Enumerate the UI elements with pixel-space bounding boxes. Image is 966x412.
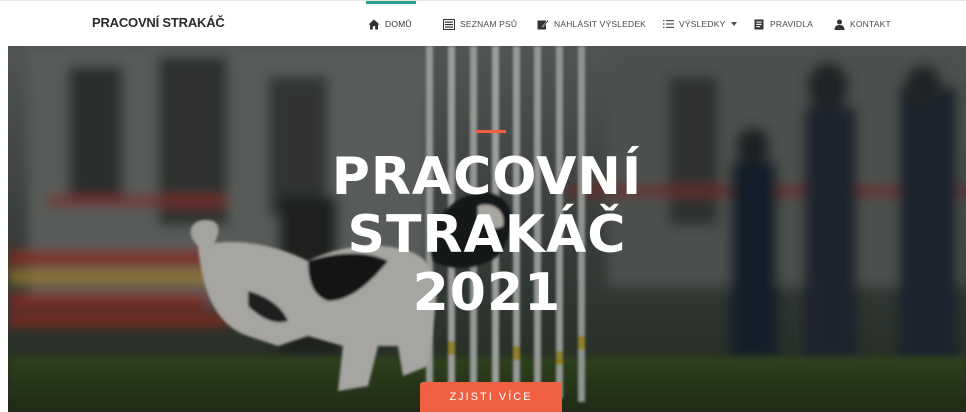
title-divider — [476, 130, 506, 133]
hero-title-line-1: PRACOVNÍ — [331, 147, 643, 207]
nav-item-contact[interactable]: KONTAKT — [834, 1, 891, 47]
home-icon — [368, 19, 380, 30]
learn-more-button[interactable]: ZJISTI VÍCE — [420, 382, 562, 412]
nav-label-home: DOMŮ — [385, 19, 412, 29]
nav-label-dog-list: SEZNAM PSŮ — [460, 19, 518, 29]
nav-label-contact: KONTAKT — [850, 19, 891, 29]
nav-label-results: VÝSLEDKY — [679, 19, 726, 29]
nav-item-report-result[interactable]: NAHLÁSIT VÝSLEDEK — [537, 1, 646, 47]
nav-item-rules[interactable]: PRAVIDLA — [754, 1, 813, 47]
nav-item-dog-list[interactable]: SEZNAM PSŮ — [443, 1, 517, 47]
nav-item-results-dropdown[interactable]: VÝSLEDKY — [663, 1, 738, 47]
nav-label-report-result: NAHLÁSIT VÝSLEDEK — [554, 19, 647, 29]
list-icon — [443, 18, 455, 30]
nav-item-home[interactable]: DOMŮ — [366, 1, 416, 47]
brand-logo-link[interactable]: PRACOVNÍ STRAKÁČ — [92, 15, 225, 30]
hero-title: PRACOVNÍ STRAKÁČ 2021 — [8, 148, 966, 322]
list-ordered-icon — [663, 19, 674, 29]
nav-label-rules: PRAVIDLA — [770, 19, 814, 29]
edit-icon — [537, 18, 549, 30]
hero-section: PRACOVNÍ STRAKÁČ 2021 ZJISTI VÍCE — [8, 46, 966, 412]
hero-title-line-2: STRAKÁČ — [347, 205, 627, 265]
chevron-down-icon — [731, 22, 738, 26]
hero-title-line-3: 2021 — [412, 263, 562, 323]
top-navbar: PRACOVNÍ STRAKÁČ DOMŮ SEZNAM PSŮ NAHLÁSI… — [0, 0, 966, 46]
book-icon — [754, 19, 765, 30]
user-icon — [834, 19, 845, 30]
